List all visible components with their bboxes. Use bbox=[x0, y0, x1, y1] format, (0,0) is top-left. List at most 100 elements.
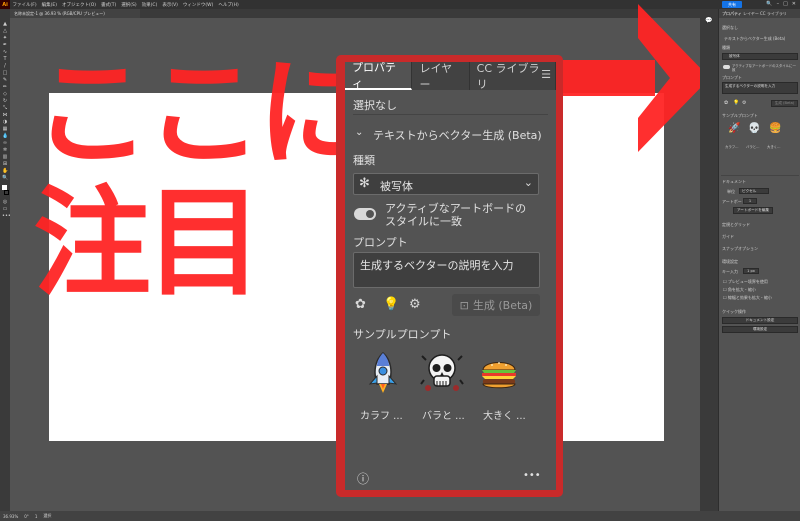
draw-mode-icon[interactable]: ◎ bbox=[2, 200, 8, 205]
share-button[interactable]: 共有 bbox=[722, 1, 742, 8]
info-icon[interactable]: ⓘ bbox=[357, 470, 369, 487]
mini-units-select[interactable]: ピクセル bbox=[739, 188, 769, 194]
artboard-tool-icon[interactable]: ⊞ bbox=[2, 162, 8, 167]
panel-menu-icon[interactable]: ☰ bbox=[540, 69, 552, 81]
mini-tab-layers[interactable]: レイヤー bbox=[743, 11, 759, 17]
rotation-value[interactable]: 0° bbox=[24, 514, 29, 519]
mini-settings-icon[interactable]: ⚙ bbox=[742, 100, 746, 106]
rectangle-tool-icon[interactable]: □ bbox=[2, 71, 8, 76]
divider bbox=[353, 114, 548, 115]
stroke-color-icon[interactable] bbox=[4, 190, 9, 195]
chevron-down-icon[interactable]: ⌄ bbox=[355, 127, 363, 138]
mini-sample-label-1: カラフ... bbox=[725, 145, 739, 149]
menu-type[interactable]: 書式(T) bbox=[99, 2, 119, 8]
section-title[interactable]: テキストからベクター生成 (Beta) bbox=[373, 127, 542, 143]
mini-preferences-button[interactable]: 環境設定 bbox=[722, 326, 798, 333]
mini-preview-bounds-option[interactable]: ☐ プレビュー境界を使用 bbox=[723, 279, 768, 285]
status-bar: 36.93% 0° 1 選択 bbox=[0, 511, 800, 521]
eraser-tool-icon[interactable]: ◇ bbox=[2, 92, 8, 97]
mini-tab-libraries[interactable]: CC ライブラリ bbox=[760, 11, 787, 17]
zoom-tool-icon[interactable]: 🔍 bbox=[2, 176, 8, 181]
mini-prompt-placeholder: 生成するベクターの説明を入力 bbox=[725, 84, 776, 88]
mini-artboard-select[interactable]: 1 bbox=[743, 198, 757, 204]
mini-generate-button[interactable]: 生成 (Beta) bbox=[771, 100, 798, 107]
comments-icon[interactable]: 💬 bbox=[705, 17, 712, 24]
scale-tool-icon[interactable]: ⤡ bbox=[2, 106, 8, 111]
blend-tool-icon[interactable]: ∞ bbox=[2, 141, 8, 146]
annotation-text-line2: 注目 bbox=[33, 174, 263, 312]
line-tool-icon[interactable]: / bbox=[2, 64, 8, 69]
menu-object[interactable]: オブジェクト(O) bbox=[59, 2, 98, 8]
mini-rocket-icon[interactable]: 🚀 bbox=[728, 123, 740, 134]
mini-section-title[interactable]: テキストからベクター生成 (Beta) bbox=[724, 36, 785, 42]
artboard-number[interactable]: 1 bbox=[35, 514, 38, 519]
style-reference-icon[interactable]: ✿ bbox=[355, 298, 366, 312]
mini-bulb-icon[interactable]: 💡 bbox=[733, 100, 739, 106]
tab-libraries-label: CC ライブラリ bbox=[476, 62, 540, 91]
close-icon[interactable]: ✕ bbox=[792, 1, 796, 7]
rotate-tool-icon[interactable]: ↻ bbox=[2, 99, 8, 104]
hand-tool-icon[interactable]: ✋ bbox=[2, 169, 8, 174]
eyedropper-tool-icon[interactable]: 💧 bbox=[2, 134, 8, 139]
lightbulb-icon[interactable]: 💡 bbox=[383, 298, 399, 312]
mini-document-label: ドキュメント bbox=[722, 179, 746, 184]
panel-tabs: プロパティ レイヤー CC ライブラリ bbox=[345, 62, 556, 91]
graph-tool-icon[interactable]: ▥ bbox=[2, 155, 8, 160]
mini-stroke-scale-option[interactable]: ☐ 線幅と効果も拡大・縮小 bbox=[723, 295, 772, 301]
mini-tab-properties[interactable]: プロパティ bbox=[722, 11, 742, 17]
magic-wand-icon[interactable]: ✦ bbox=[2, 36, 8, 41]
burger-icon[interactable] bbox=[477, 350, 521, 394]
menu-edit[interactable]: 編集(E) bbox=[39, 2, 59, 8]
menu-file[interactable]: ファイル(F) bbox=[10, 2, 39, 8]
mini-prompt-input[interactable]: 生成するベクターの説明を入力 bbox=[722, 82, 798, 94]
search-icon[interactable]: 🔍 bbox=[766, 1, 772, 7]
sample-label-2: バラと ... bbox=[422, 411, 465, 422]
match-style-toggle[interactable] bbox=[354, 208, 376, 220]
generate-button[interactable]: ⊡ 生成 (Beta) bbox=[452, 294, 540, 316]
mini-skull-icon[interactable]: 💀 bbox=[748, 123, 760, 134]
menu-help[interactable]: ヘルプ(H) bbox=[216, 2, 241, 8]
mini-style-toggle[interactable] bbox=[723, 65, 730, 69]
more-options-icon[interactable]: ••• bbox=[523, 470, 541, 481]
mini-corner-scale-option[interactable]: ☐ 角を拡大・縮小 bbox=[723, 287, 756, 293]
edit-toolbar-icon[interactable]: ••• bbox=[2, 214, 11, 219]
tab-properties[interactable]: プロパティ bbox=[345, 62, 413, 90]
type-tool-icon[interactable]: T bbox=[2, 57, 8, 62]
menu-view[interactable]: 表示(V) bbox=[160, 2, 181, 8]
selection-tool-icon[interactable]: ▲ bbox=[2, 22, 8, 27]
mini-type-select[interactable]: 被写体 bbox=[722, 53, 798, 60]
mini-guides-label: ガイド bbox=[722, 234, 734, 239]
mini-selection-state: 選択なし bbox=[722, 25, 738, 30]
gear-icon[interactable]: ⚙ bbox=[409, 298, 421, 312]
pen-tool-icon[interactable]: ✒ bbox=[2, 43, 8, 48]
mini-document-setup-button[interactable]: ドキュメント設定 bbox=[722, 317, 798, 324]
type-select[interactable]: ✻ 被写体 ⌄ bbox=[353, 173, 539, 195]
paintbrush-tool-icon[interactable]: ✎ bbox=[2, 78, 8, 83]
maximize-icon[interactable]: □ bbox=[783, 1, 788, 7]
sample-label-3: 大きく ... bbox=[483, 411, 526, 422]
mini-key-increment-input[interactable]: 1 px bbox=[743, 268, 759, 274]
document-tab[interactable]: 名称未設定-1 @ 36.93 % (RGB/CPU プレビュー) bbox=[10, 9, 140, 18]
tab-layers[interactable]: レイヤー bbox=[412, 62, 470, 91]
prompt-input[interactable]: 生成するベクターの説明を入力 bbox=[353, 252, 540, 288]
menu-select[interactable]: 選択(S) bbox=[119, 2, 139, 8]
mini-style-ref-icon[interactable]: ✿ bbox=[724, 100, 728, 106]
direct-selection-tool-icon[interactable]: △ bbox=[2, 29, 8, 34]
skull-icon[interactable] bbox=[420, 350, 464, 394]
app-logo: Ai bbox=[0, 0, 10, 9]
gradient-tool-icon[interactable]: ▦ bbox=[2, 127, 8, 132]
shape-builder-icon[interactable]: ◑ bbox=[2, 120, 8, 125]
pencil-tool-icon[interactable]: ✏ bbox=[2, 85, 8, 90]
menu-effect[interactable]: 効果(C) bbox=[139, 2, 160, 8]
window-controls: 🔍 – □ ✕ bbox=[766, 1, 796, 7]
minimize-icon[interactable]: – bbox=[777, 1, 780, 7]
mini-edit-artboard-button[interactable]: アートボードを編集 bbox=[733, 207, 773, 214]
menu-window[interactable]: ウィンドウ(W) bbox=[180, 2, 215, 8]
mini-burger-icon[interactable]: 🍔 bbox=[769, 123, 781, 134]
symbol-sprayer-icon[interactable]: ✲ bbox=[2, 148, 8, 153]
curvature-tool-icon[interactable]: ∿ bbox=[2, 50, 8, 55]
width-tool-icon[interactable]: ⋈ bbox=[2, 113, 8, 118]
screen-mode-icon[interactable]: ▭ bbox=[2, 207, 8, 212]
rocket-icon[interactable] bbox=[361, 350, 405, 394]
zoom-level[interactable]: 36.93% bbox=[3, 514, 18, 519]
